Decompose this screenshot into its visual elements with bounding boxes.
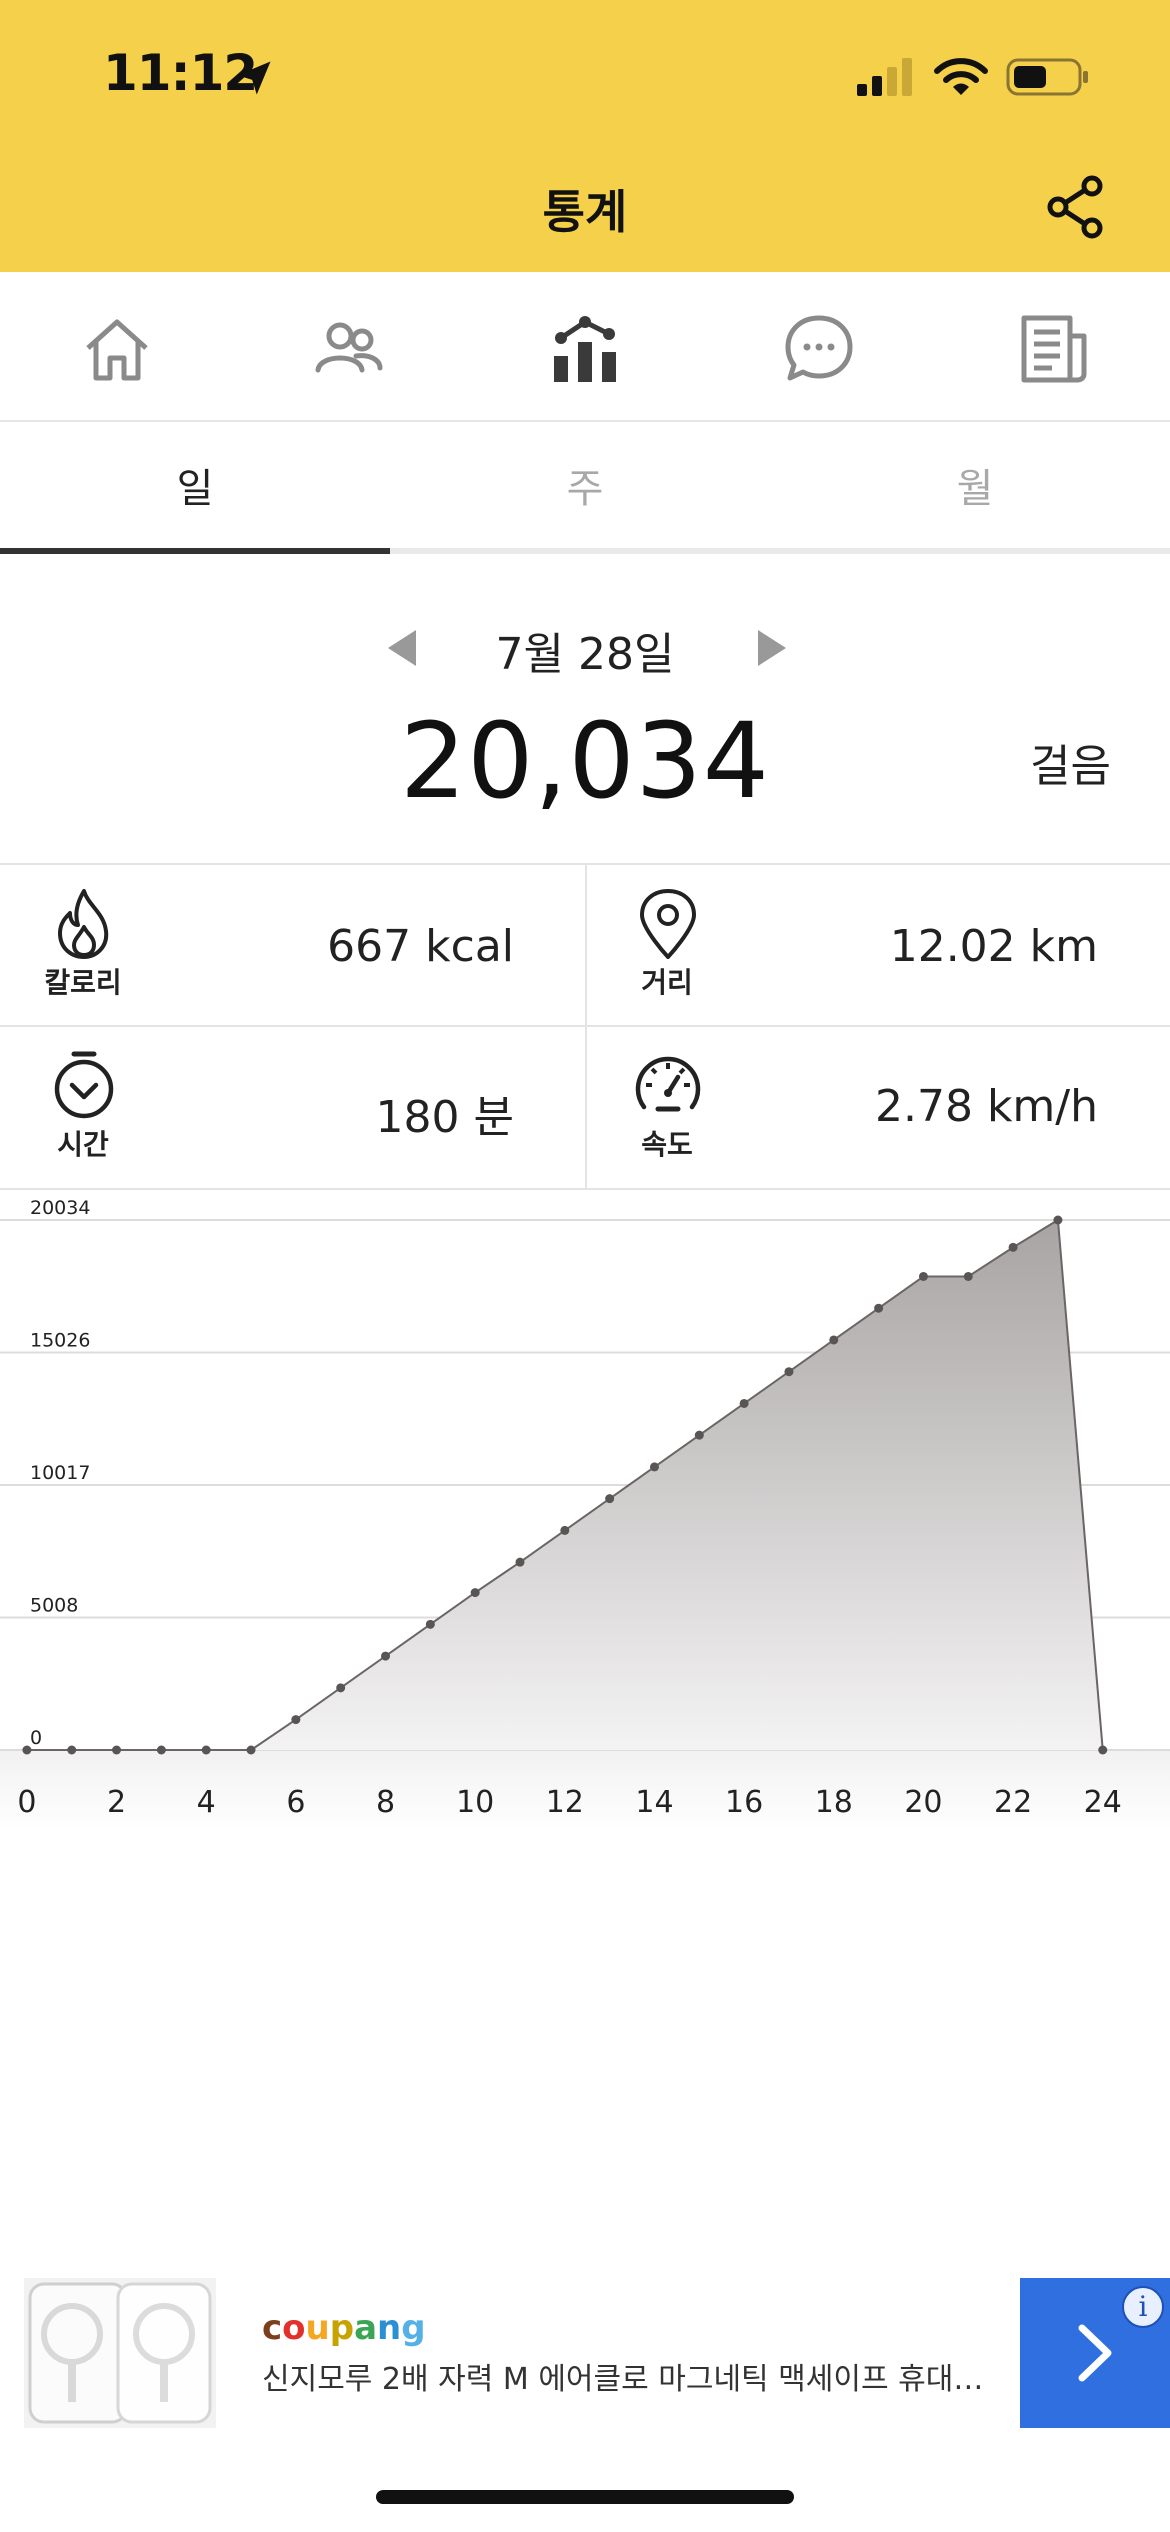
data-point — [201, 1745, 211, 1755]
speed-value: 2.78 km/h — [874, 1081, 1098, 1132]
cellular-signal-icon — [857, 58, 912, 96]
speed-label: 속도 — [641, 1128, 693, 1161]
speedometer-icon — [635, 1056, 701, 1112]
news-icon[interactable] — [1016, 312, 1090, 386]
location-pin-icon — [640, 889, 696, 959]
x-tick-label: 24 — [1084, 1785, 1122, 1820]
period-tabs: 일 주 월 — [0, 422, 1170, 556]
data-point — [918, 1271, 928, 1281]
data-point — [784, 1367, 794, 1377]
data-point — [425, 1619, 435, 1629]
x-tick-label: 8 — [376, 1785, 395, 1820]
location-arrow-icon — [237, 61, 271, 95]
data-point — [560, 1525, 570, 1535]
steps-area-chart: 050081001715026200340 2 4 6 8 10 12 14 16 18 20 22 2… — [0, 1197, 1170, 1830]
data-point — [1008, 1242, 1018, 1252]
data-point — [1053, 1215, 1063, 1225]
x-tick-label: 2 — [107, 1785, 126, 1820]
calories-value: 667 kcal — [327, 921, 514, 972]
time-label: 시간 — [57, 1128, 109, 1161]
data-point — [739, 1398, 749, 1408]
tab-week[interactable]: 주 — [390, 422, 780, 556]
distance-label: 거리 — [641, 966, 693, 999]
ad-brand-letter: n — [377, 2308, 402, 2348]
ad-description: 신지모루 2배 자력 M 에어클로 마그네틱 맥세이프 휴대폰 케이스 — [262, 2362, 1002, 2397]
selected-date: 7월 28일 — [495, 629, 675, 680]
ad-info-icon[interactable]: i — [1122, 2286, 1164, 2328]
data-point — [22, 1745, 32, 1755]
tab-month[interactable]: 월 — [780, 422, 1170, 556]
ad-brand-logo: coupang — [262, 2308, 426, 2348]
ad-brand-letter: o — [282, 2308, 306, 2348]
ad-brand-letter: a — [354, 2308, 378, 2348]
tab-day[interactable]: 일 — [0, 422, 390, 556]
data-point — [874, 1303, 884, 1313]
x-tick-label: 12 — [546, 1785, 584, 1820]
data-point — [381, 1651, 391, 1661]
calories-label: 칼로리 — [44, 966, 122, 999]
x-tick-label: 22 — [994, 1785, 1032, 1820]
x-tick-label: 14 — [635, 1785, 673, 1820]
x-tick-label: 18 — [815, 1785, 853, 1820]
y-tick-label: 0 — [30, 1727, 42, 1749]
main-nav — [0, 272, 1170, 422]
steps-unit: 걸음 — [1030, 741, 1111, 792]
friends-icon[interactable] — [312, 312, 386, 386]
data-point — [1098, 1745, 1108, 1755]
stats-grid: 칼로리 667 kcal 거리 12.02 km 시간 180 분 속도 2.7… — [0, 863, 1170, 1190]
flame-icon — [58, 889, 109, 959]
data-point — [67, 1745, 77, 1755]
data-point — [515, 1557, 525, 1567]
steps-chart: 0 5008 10017 15026 20034 0 2 4 6 8 10 12 14 16 18 20 22 2… — [0, 1190, 1170, 1850]
ad-product-image — [24, 2278, 216, 2428]
x-tick-label: 0 — [17, 1785, 36, 1820]
x-tick-label: 10 — [456, 1785, 494, 1820]
data-point — [470, 1588, 480, 1598]
home-indicator — [376, 2490, 794, 2504]
battery-icon — [1006, 58, 1088, 96]
next-date-arrow-icon[interactable] — [752, 626, 792, 670]
total-steps: 20,034 — [400, 700, 770, 822]
stats-divider-horizontal — [0, 1025, 1170, 1027]
wifi-icon — [934, 58, 988, 95]
data-point — [112, 1745, 122, 1755]
data-point — [336, 1683, 346, 1693]
home-icon[interactable] — [80, 312, 154, 386]
data-point — [829, 1335, 839, 1345]
x-tick-label: 20 — [904, 1785, 942, 1820]
stats-icon[interactable] — [548, 312, 622, 386]
data-point — [291, 1715, 301, 1725]
stopwatch-icon — [54, 1051, 114, 1119]
y-tick-label: 20034 — [30, 1197, 90, 1219]
data-point — [246, 1745, 256, 1755]
x-tick-label: 6 — [286, 1785, 305, 1820]
ad-brand-letter: u — [305, 2308, 330, 2348]
chat-icon[interactable] — [782, 312, 856, 386]
x-tick-label: 16 — [725, 1785, 763, 1820]
share-icon[interactable] — [1044, 174, 1106, 240]
data-point — [605, 1494, 615, 1504]
y-tick-label: 10017 — [30, 1462, 90, 1484]
header-bar: 11:12 통계 — [0, 0, 1170, 272]
ad-banner[interactable]: coupang 신지모루 2배 자력 M 에어클로 마그네틱 맥세이프 휴대폰 … — [24, 2278, 1170, 2428]
y-tick-label: 15026 — [30, 1330, 90, 1352]
x-tick-label: 4 — [197, 1785, 216, 1820]
ad-brand-letter: g — [401, 2308, 426, 2348]
ad-brand-letter: p — [329, 2308, 355, 2348]
y-tick-label: 5008 — [30, 1595, 78, 1617]
page-title: 통계 — [542, 185, 628, 239]
data-point — [963, 1271, 973, 1281]
ad-brand-letter: c — [262, 2308, 283, 2348]
data-point — [156, 1745, 166, 1755]
tab-active-indicator — [0, 548, 390, 554]
time-value: 180 분 — [375, 1092, 514, 1143]
data-point — [694, 1430, 704, 1440]
distance-value: 12.02 km — [889, 921, 1098, 972]
data-point — [649, 1462, 659, 1472]
